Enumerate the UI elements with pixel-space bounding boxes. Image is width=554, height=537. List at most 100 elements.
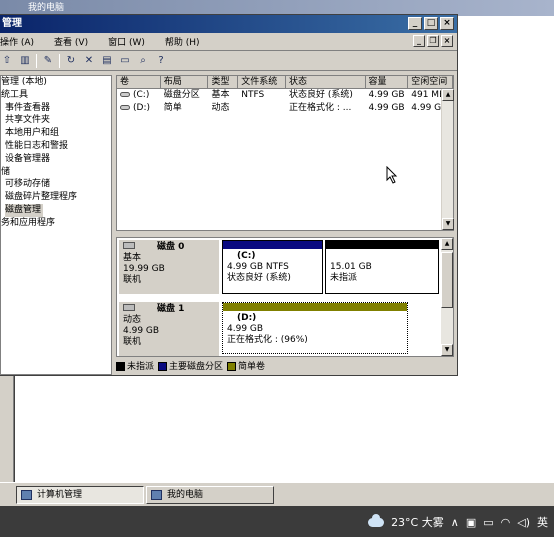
computer-management-window: 管理 _ □ × 操作 (A) 查看 (V) 窗口 (W) 帮助 (H) _ ❐…	[0, 14, 458, 376]
volume-cell: (D:)	[117, 102, 161, 115]
disk-size: 19.99 GB	[123, 264, 165, 274]
toolbar-separator	[59, 53, 60, 68]
classic-taskbar: 计算机管理 我的电脑	[0, 482, 554, 506]
partition-status: 正在格式化 : (96%)	[227, 335, 308, 345]
taskbar-button-my-computer[interactable]: 我的电脑	[146, 486, 274, 504]
column-header[interactable]: 空闲空间	[408, 76, 453, 88]
menu-window[interactable]: 窗口 (W)	[108, 35, 145, 48]
partition-unallocated[interactable]: 15.01 GB 未指派	[325, 240, 439, 294]
console-tree: 管理 (本地) 统工具 事件查看器 共享文件夹 本地用户和组 性能日志和警报 设…	[0, 75, 112, 375]
wifi-icon[interactable]: ◠	[501, 516, 511, 529]
show-hide-tree-icon[interactable]: ▥	[18, 54, 32, 68]
tree-item-disk-management[interactable]: 磁盘管理	[1, 203, 111, 217]
weather-text[interactable]: 23°C 大雾	[391, 514, 444, 530]
tree-item[interactable]: 磁盘碎片整理程序	[1, 191, 111, 204]
system-taskbar: 23°C 大雾 ∧ ▣ ▭ ◠ ◁) 英	[0, 506, 554, 537]
close-button[interactable]: ×	[440, 17, 454, 30]
menu-help[interactable]: 帮助 (H)	[165, 35, 200, 48]
table-row[interactable]: (C:) 磁盘分区 基本 NTFS 状态良好 (系统) 4.99 GB 491 …	[117, 89, 453, 102]
help-icon[interactable]: ?	[154, 54, 168, 68]
disk-icon	[123, 242, 135, 249]
mdi-restore-button[interactable]: ❐	[427, 35, 439, 47]
partition[interactable]: (D:) 4.99 GB 正在格式化 : (96%)	[222, 302, 408, 354]
column-header[interactable]: 容量	[366, 76, 409, 88]
partition[interactable]: (C:) 4.99 GB NTFS 状态良好 (系统)	[222, 240, 323, 294]
tree-item-label: 磁盘碎片整理程序	[5, 192, 78, 203]
status-cell: 状态良好 (系统)	[289, 90, 353, 100]
tree-item[interactable]: 本地用户和组	[1, 127, 111, 140]
column-header[interactable]: 文件系统	[238, 76, 286, 88]
tree-item[interactable]: 可移动存储	[1, 178, 111, 191]
partition-detail: 15.01 GB	[330, 262, 372, 272]
tree-item-label: 性能日志和警报	[5, 140, 69, 151]
tree-item[interactable]: 管理 (本地)	[1, 76, 111, 89]
tree-item[interactable]: 事件查看器	[1, 102, 111, 115]
weather-icon[interactable]	[368, 513, 385, 527]
disk-label[interactable]: 磁盘 0 基本 19.99 GB 联机	[119, 240, 219, 294]
battery-icon[interactable]: ▭	[483, 516, 493, 529]
legend-item: 简单卷	[227, 359, 265, 372]
column-header[interactable]: 布局	[161, 76, 209, 88]
properties-sheet-icon[interactable]: ▤	[100, 54, 114, 68]
disk-type: 基本	[123, 253, 142, 263]
mdi-minimize-button[interactable]: _	[413, 35, 425, 47]
menu-action[interactable]: 操作 (A)	[0, 35, 34, 48]
column-header[interactable]: 卷	[117, 76, 161, 88]
scroll-up-icon[interactable]: ▲	[442, 89, 454, 101]
disk-label[interactable]: 磁盘 1 动态 4.99 GB 联机	[119, 302, 219, 356]
title-bar[interactable]: 管理 _ □ ×	[0, 15, 457, 33]
tree-item[interactable]: 设备管理器	[1, 153, 111, 166]
tree-item[interactable]: 统工具	[1, 89, 111, 102]
disk-size: 4.99 GB	[123, 326, 160, 336]
taskbar-button-computer-management[interactable]: 计算机管理	[16, 486, 144, 504]
taskbar-button-label: 我的电脑	[167, 490, 204, 500]
input-method-indicator[interactable]: 英	[537, 514, 548, 530]
speaker-icon[interactable]: ◁)	[517, 516, 530, 529]
volume-list-scrollbar[interactable]: ▲ ▼	[441, 89, 454, 230]
open-folder-icon[interactable]: ▭	[118, 54, 132, 68]
partition-detail: 4.99 GB	[227, 324, 264, 334]
scroll-thumb[interactable]	[441, 252, 453, 308]
tree-item[interactable]: 性能日志和警报	[1, 140, 111, 153]
menu-view[interactable]: 查看 (V)	[54, 35, 88, 48]
disk-status: 联机	[123, 275, 142, 285]
up-level-icon[interactable]: ⇧	[0, 54, 14, 68]
column-header[interactable]: 类型	[208, 76, 239, 88]
disk-name: 磁盘 0	[157, 242, 185, 252]
mdi-close-button[interactable]: ×	[441, 35, 453, 47]
window-title: 管理	[2, 18, 22, 29]
scroll-down-icon[interactable]: ▼	[442, 218, 454, 230]
partition-label: (D:)	[237, 313, 257, 323]
partition-status: 未指派	[330, 273, 358, 283]
tree-item-label: 务和应用程序	[1, 217, 56, 228]
minimize-button[interactable]: _	[408, 17, 422, 30]
scroll-up-icon[interactable]: ▲	[441, 238, 453, 250]
scroll-down-icon[interactable]: ▼	[441, 344, 453, 356]
refresh-icon[interactable]: ↻	[64, 54, 78, 68]
partition-color-bar	[326, 241, 438, 249]
tree-item[interactable]: 务和应用程序	[1, 217, 111, 230]
tree-item-label: 设备管理器	[5, 153, 51, 164]
disk-row[interactable]: 磁盘 1 动态 4.99 GB 联机 (D:) 4.99 GB 正在格式化 : …	[117, 300, 441, 356]
disk-row[interactable]: 磁盘 0 基本 19.99 GB 联机 (C:) 4.99 GB NTFS 状态…	[117, 238, 441, 296]
tree-item-label: 共享文件夹	[5, 115, 51, 126]
column-header[interactable]: 状态	[286, 76, 366, 88]
chevron-up-icon[interactable]: ∧	[451, 516, 459, 529]
delete-icon[interactable]: ✕	[82, 54, 96, 68]
tree-item-label: 可移动存储	[5, 179, 51, 190]
disk-view-scrollbar[interactable]: ▲ ▼	[441, 238, 453, 356]
maximize-button[interactable]: □	[424, 17, 438, 30]
partition-detail: 4.99 GB NTFS	[227, 262, 289, 272]
tray-app-icon[interactable]: ▣	[466, 516, 476, 529]
tree-item-label: 统工具	[1, 89, 29, 100]
volume-name: (C:)	[133, 90, 150, 100]
toolbar: ⇧ ▥ ✎ ↻ ✕ ▤ ▭ ⌕ ?	[0, 51, 457, 71]
volume-icon	[120, 92, 130, 97]
my-computer-icon	[151, 490, 162, 500]
tree-item[interactable]: 储	[1, 166, 111, 179]
table-row[interactable]: (D:) 简单 动态 正在格式化 : ... 4.99 GB 4.99 GB	[117, 102, 453, 115]
search-icon[interactable]: ⌕	[136, 54, 150, 68]
volume-list: 卷 布局 类型 文件系统 状态 容量 空闲空间 (C:) 磁盘分区 基本 NTF…	[116, 75, 454, 231]
tree-item[interactable]: 共享文件夹	[1, 114, 111, 127]
properties-icon[interactable]: ✎	[41, 54, 55, 68]
